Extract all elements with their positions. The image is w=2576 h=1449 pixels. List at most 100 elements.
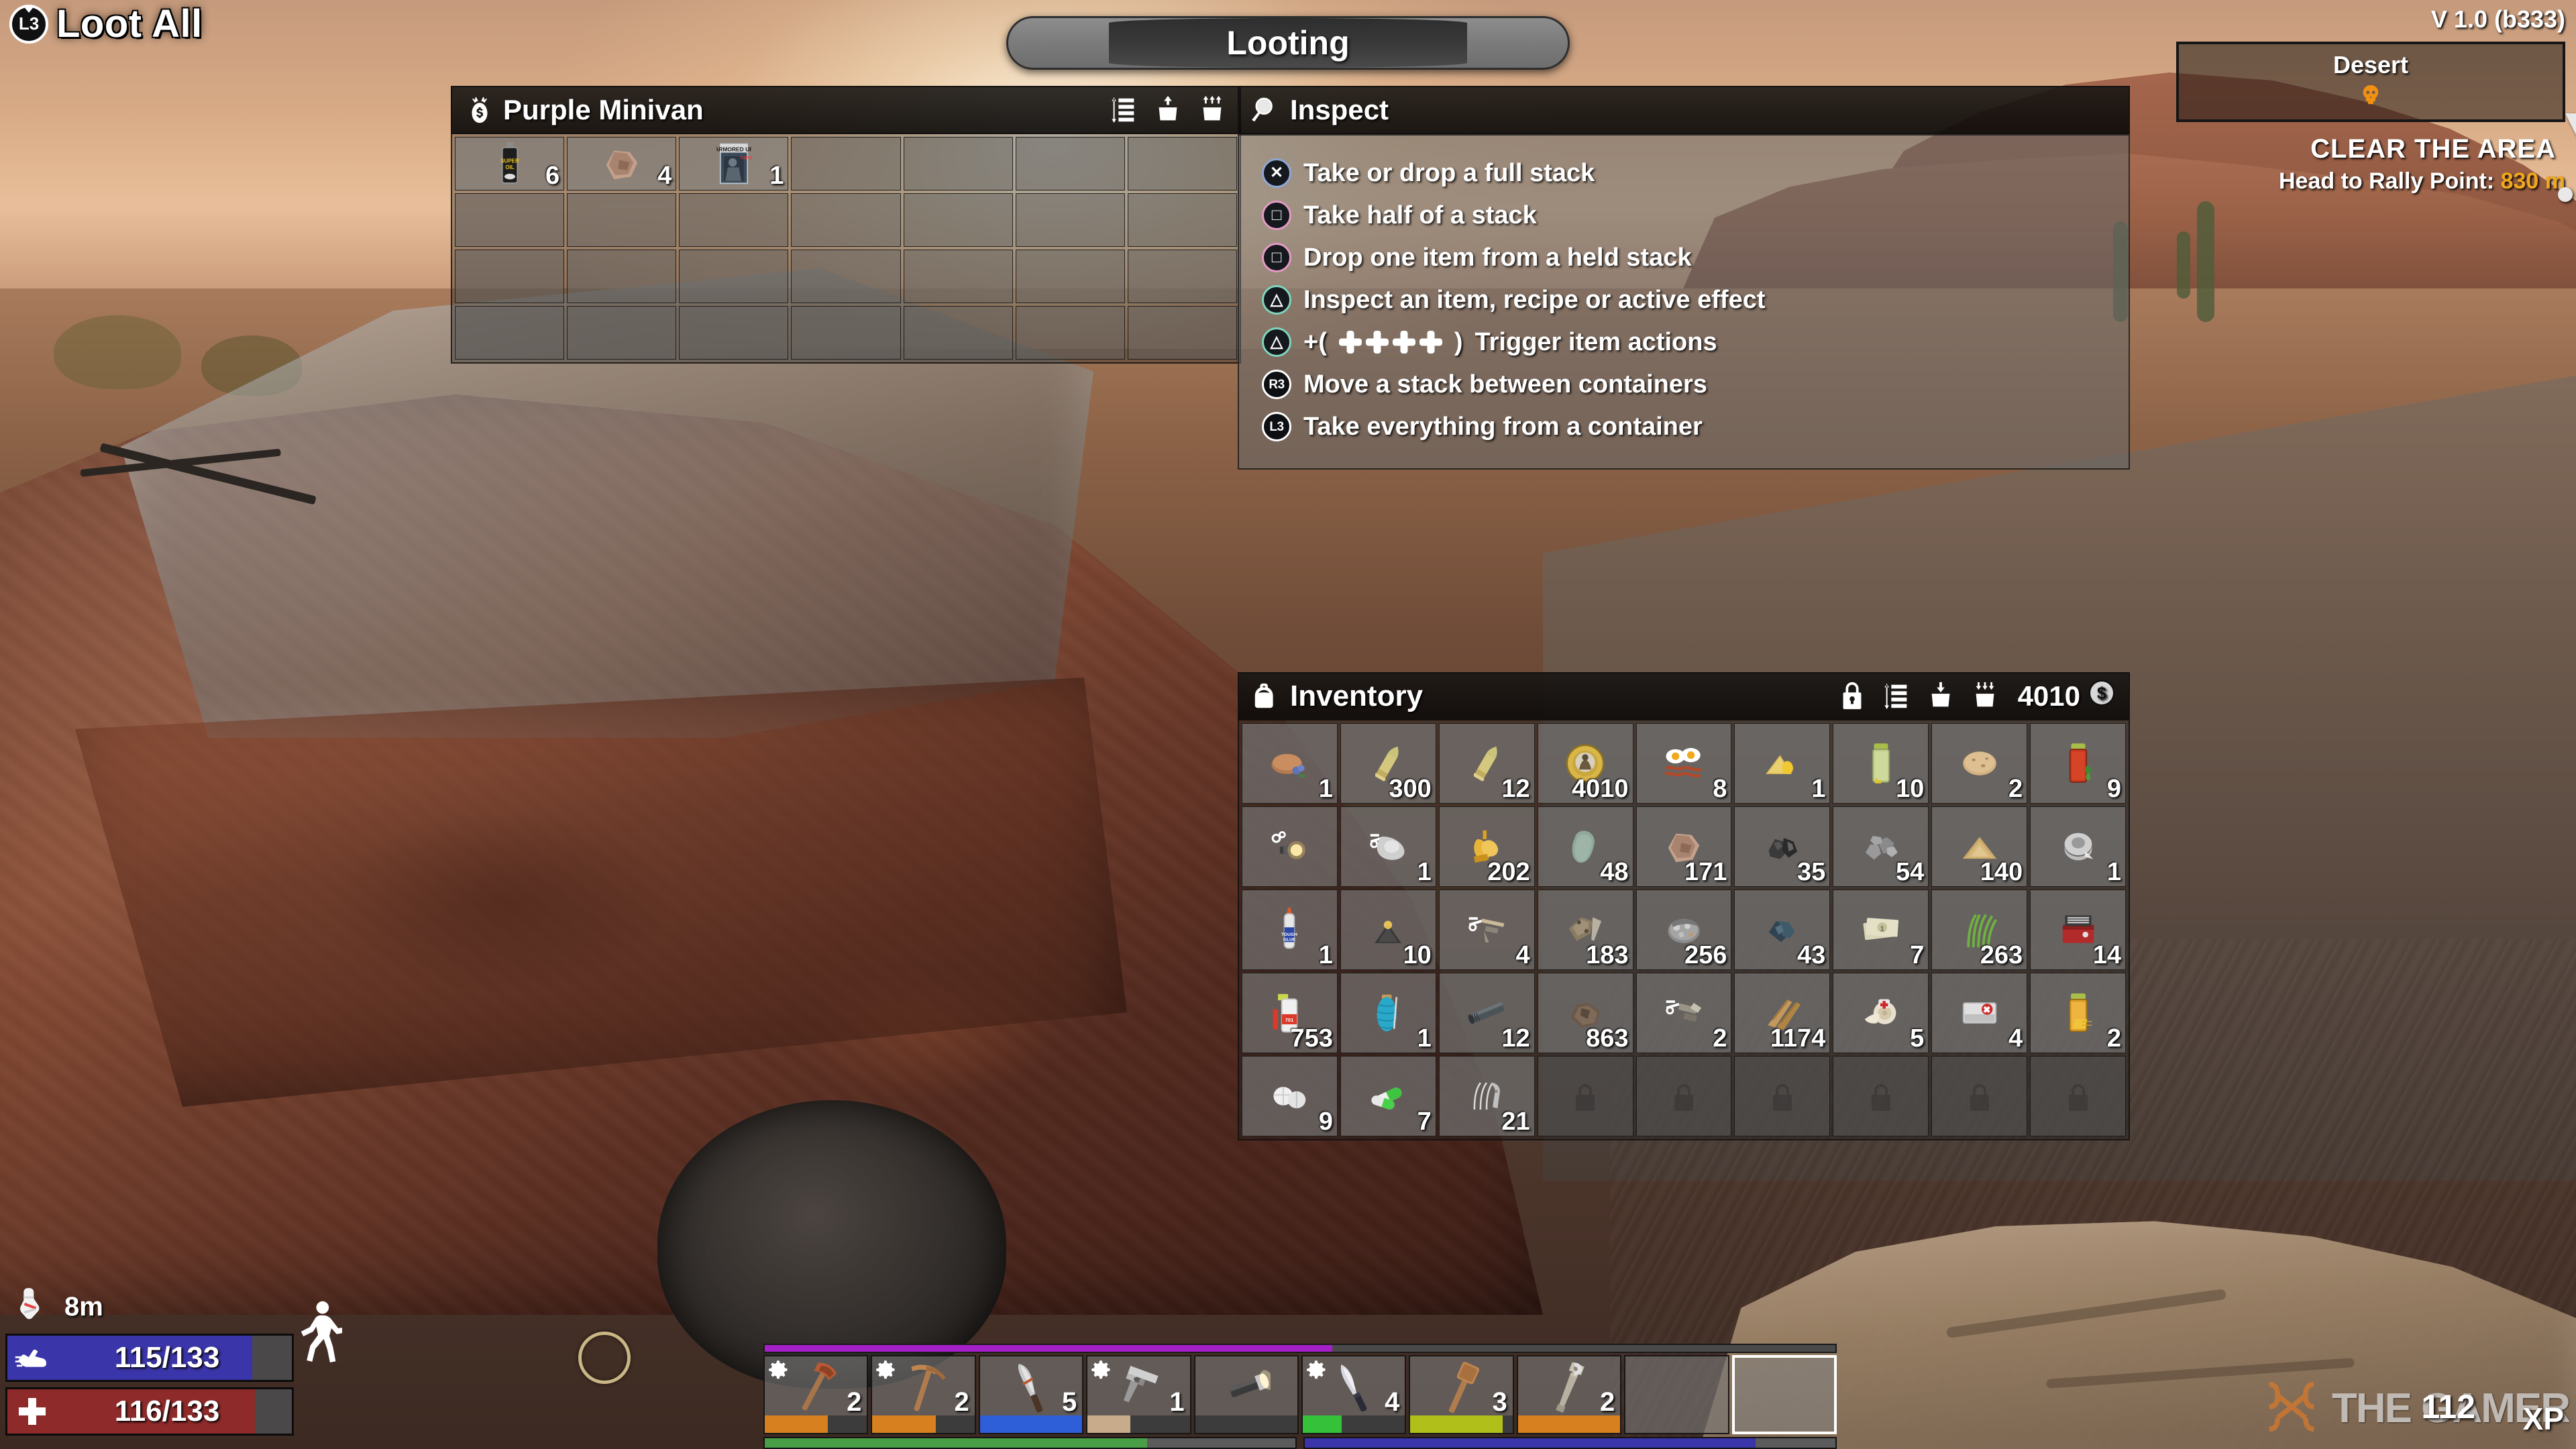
inventory-slot-filled[interactable]: 4010: [1537, 723, 1633, 804]
inventory-slot-filled[interactable]: 17: [1833, 890, 1929, 970]
container-slot-empty[interactable]: [1015, 137, 1125, 191]
inventory-item-grid[interactable]: 1 300 12 4010 8 1 10 2 9 1 202 48 171 35 54 140 1 TOUGH GL…: [1238, 720, 2130, 1140]
move-one-up-icon[interactable]: [1152, 95, 1183, 125]
container-item-grid[interactable]: SUPER OIL 6 4 ARMORED UP TOP 51: [451, 134, 1241, 364]
move-all-down-icon[interactable]: [1970, 681, 2000, 712]
container-slot-filled[interactable]: 4: [567, 137, 677, 191]
inventory-slot-filled[interactable]: 1: [1340, 973, 1436, 1053]
container-slot-empty[interactable]: [1015, 193, 1125, 247]
inventory-slot-filled[interactable]: 701 753: [1242, 973, 1338, 1053]
inventory-slot-filled[interactable]: 35: [1734, 806, 1831, 887]
hotbar-slot-filled[interactable]: 2: [763, 1355, 869, 1434]
container-slot-empty[interactable]: [903, 250, 1013, 303]
inventory-slot-filled[interactable]: 10: [1340, 890, 1436, 970]
inventory-slot-filled[interactable]: 48: [1537, 806, 1633, 887]
container-slot-empty[interactable]: [903, 306, 1013, 360]
inventory-slot-filled[interactable]: 8: [1635, 723, 1732, 804]
sort-icon[interactable]: [1108, 95, 1139, 125]
item-quantity: 263: [1980, 941, 2023, 969]
inventory-slot-filled[interactable]: 5: [1833, 973, 1929, 1053]
hotbar-slot-filled[interactable]: 2: [1516, 1355, 1622, 1434]
container-slot-empty[interactable]: [791, 306, 901, 360]
inspect-title: Inspect: [1290, 94, 1389, 125]
inventory-slot-filled[interactable]: 21: [1438, 1056, 1535, 1136]
container-slot-empty[interactable]: [455, 306, 565, 360]
sort-icon[interactable]: [1881, 681, 1912, 712]
item-quantity: 4010: [1572, 775, 1629, 803]
inventory-slot-filled[interactable]: 4: [1931, 973, 2028, 1053]
container-slot-empty[interactable]: [791, 250, 901, 303]
inventory-slot-filled[interactable]: 256: [1635, 890, 1732, 970]
container-slot-empty[interactable]: [791, 137, 901, 191]
inventory-slot-filled[interactable]: 4: [1438, 890, 1535, 970]
container-slot-empty[interactable]: [455, 250, 565, 303]
hotbar-slot-filled[interactable]: 1: [1086, 1355, 1191, 1434]
container-slot-empty[interactable]: [567, 193, 677, 247]
move-all-up-icon[interactable]: [1197, 95, 1228, 125]
inventory-slot-filled[interactable]: 1: [1734, 723, 1831, 804]
container-slot-empty[interactable]: [1127, 193, 1237, 247]
inventory-slot-filled[interactable]: 1: [1340, 806, 1436, 887]
inventory-slot-locked[interactable]: [1931, 1056, 2028, 1136]
inventory-slot-filled[interactable]: 202: [1438, 806, 1535, 887]
hotbar-item-quantity: 2: [847, 1387, 862, 1417]
container-slot-empty[interactable]: [455, 193, 565, 247]
inventory-slot-filled[interactable]: 300: [1340, 723, 1436, 804]
hotbar-slot-empty[interactable]: [1624, 1355, 1729, 1434]
inventory-slot-filled[interactable]: [1242, 806, 1338, 887]
inventory-slot-filled[interactable]: 2: [2030, 973, 2126, 1053]
inventory-slot-locked[interactable]: [1833, 1056, 1929, 1136]
inventory-slot-locked[interactable]: [1734, 1056, 1831, 1136]
inventory-slot-filled[interactable]: 7: [1340, 1056, 1436, 1136]
container-slot-empty[interactable]: [791, 193, 901, 247]
lock-icon[interactable]: [1837, 681, 1868, 712]
inventory-slot-filled[interactable]: 54: [1833, 806, 1929, 887]
inventory-slot-filled[interactable]: 263: [1931, 890, 2028, 970]
container-slot-empty[interactable]: [567, 250, 677, 303]
inventory-slot-filled[interactable]: 12: [1438, 973, 1535, 1053]
container-slot-empty[interactable]: [903, 193, 1013, 247]
inventory-slot-filled[interactable]: 9: [1242, 1056, 1338, 1136]
inventory-slot-filled[interactable]: 2: [1635, 973, 1732, 1053]
container-slot-empty[interactable]: [567, 306, 677, 360]
container-slot-filled[interactable]: SUPER OIL 6: [455, 137, 565, 191]
hotbar-slot-filled[interactable]: [1193, 1355, 1299, 1434]
move-one-down-icon[interactable]: [1925, 681, 1956, 712]
inventory-slot-filled[interactable]: 2: [1931, 723, 2028, 804]
inventory-slot-locked[interactable]: [2030, 1056, 2126, 1136]
inventory-slot-filled[interactable]: TOUGH GLUE 1: [1242, 890, 1338, 970]
hotbar-slot-filled[interactable]: 5: [978, 1355, 1084, 1434]
container-slot-empty[interactable]: [679, 193, 789, 247]
inventory-slot-filled[interactable]: 140: [1931, 806, 2028, 887]
item-quantity: 1: [1318, 941, 1333, 969]
container-slot-empty[interactable]: [679, 250, 789, 303]
inventory-slot-filled[interactable]: 1174: [1734, 973, 1831, 1053]
inventory-slot-filled[interactable]: 9: [2030, 723, 2126, 804]
inventory-slot-filled[interactable]: 1: [1242, 723, 1338, 804]
inventory-slot-locked[interactable]: [1537, 1056, 1633, 1136]
inventory-slot-filled[interactable]: 12: [1438, 723, 1535, 804]
inventory-slot-filled[interactable]: 863: [1537, 973, 1633, 1053]
hotbar-slot-filled[interactable]: 2: [871, 1355, 976, 1434]
hotbar-slots[interactable]: 2 2 5 1 4 3 2: [763, 1355, 1837, 1434]
inventory-slot-filled[interactable]: 171: [1635, 806, 1732, 887]
hotbar-slot-filled[interactable]: 3: [1409, 1355, 1514, 1434]
inventory-slot-filled[interactable]: 1: [2030, 806, 2126, 887]
hotbar-slot-filled[interactable]: 4: [1301, 1355, 1407, 1434]
container-slot-empty[interactable]: [1127, 306, 1237, 360]
inventory-slot-locked[interactable]: [1635, 1056, 1732, 1136]
inventory-slot-filled[interactable]: 183: [1537, 890, 1633, 970]
container-slot-filled[interactable]: ARMORED UP TOP 5 1: [679, 137, 789, 191]
container-slot-empty[interactable]: [1015, 306, 1125, 360]
hotbar-slot-selected[interactable]: [1731, 1355, 1837, 1434]
container-slot-empty[interactable]: [679, 306, 789, 360]
loot-all-prompt[interactable]: L3 Loot All: [9, 1, 203, 46]
container-slot-empty[interactable]: [903, 137, 1013, 191]
container-slot-empty[interactable]: [1127, 250, 1237, 303]
container-slot-empty[interactable]: [1015, 250, 1125, 303]
inventory-slot-filled[interactable]: 10: [1833, 723, 1929, 804]
inventory-slot-filled[interactable]: 14: [2030, 890, 2126, 970]
container-slot-empty[interactable]: [1127, 137, 1237, 191]
crosshair-cursor: [578, 1332, 631, 1384]
inventory-slot-filled[interactable]: 43: [1734, 890, 1831, 970]
